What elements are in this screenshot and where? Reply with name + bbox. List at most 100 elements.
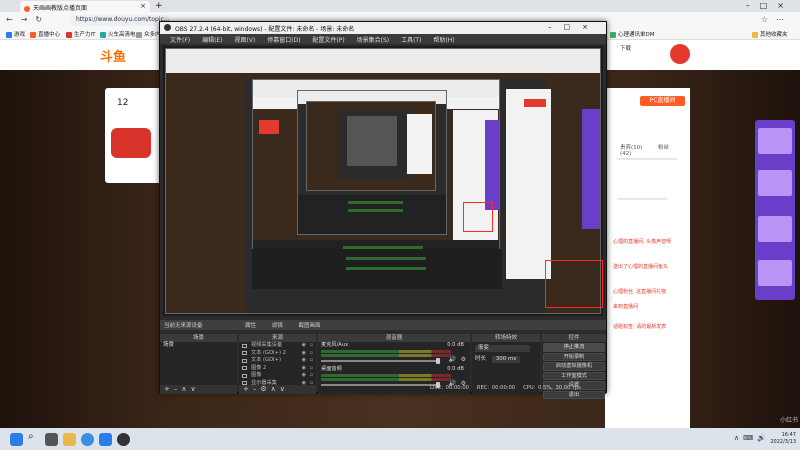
promo-item[interactable] (758, 170, 792, 196)
promo-item[interactable] (758, 260, 792, 286)
obs-statusbar: LIVE: 00:00:00 REC: 00:00:00 CPU: 0.5%, … (430, 385, 581, 391)
obs-menubar: 文件(F) 编辑(E) 视图(V) 停靠窗口(D) 配置文件(P) 场景集合(S… (160, 34, 606, 44)
duration-label: 时长 (475, 356, 487, 362)
transition-select[interactable]: 渐变 (475, 345, 530, 352)
volume-meter (321, 350, 451, 353)
lock-icon[interactable]: ▫ (310, 357, 313, 365)
file-explorer-icon[interactable] (63, 433, 76, 446)
studio-mode-button[interactable]: 工作室模式 (543, 371, 605, 380)
volume-fader[interactable] (321, 384, 439, 386)
search-icon[interactable]: ⌕ (28, 431, 41, 444)
obs-window-controls[interactable]: –□× (548, 23, 600, 31)
source-item[interactable]: 文本 (GDI+) ◉ ▫ (239, 357, 316, 365)
screenshot-button[interactable]: 截图画面 (299, 323, 321, 329)
anchor-avatar[interactable] (111, 128, 151, 158)
exit-button[interactable]: 退出 (543, 390, 605, 399)
promo-item[interactable] (758, 128, 792, 154)
sources-footer[interactable]: +–⚙∧∨ (239, 385, 316, 394)
lock-icon[interactable]: ▫ (310, 342, 313, 350)
selection-box[interactable] (463, 202, 493, 232)
task-view-icon[interactable] (45, 433, 58, 446)
eye-icon[interactable]: ◉ (302, 342, 306, 350)
watermark: 小红书 (779, 417, 798, 424)
obs-window: OBS 27.2.4 (64-bit, windows) - 配置文件: 未命名… (159, 21, 607, 399)
source-item[interactable]: 图像 2 ◉ ▫ (239, 365, 316, 373)
favorite-item[interactable]: 生产力IT (66, 30, 95, 38)
menu-help[interactable]: 帮助(H) (433, 35, 454, 44)
clock-date: 2022/3/13 (770, 439, 796, 445)
taskbar: ⌕ ∧⌨🔊 16:47 2022/3/13 (0, 428, 800, 450)
scenes-footer[interactable]: +–∧∨ (160, 385, 237, 394)
image-icon (242, 373, 247, 378)
menu-scene-collection[interactable]: 场景集合(S) (357, 35, 390, 44)
obs-taskbar-icon[interactable] (117, 433, 130, 446)
text-icon (242, 358, 247, 363)
browser-toolbar-icons[interactable]: ☆⋯ (761, 15, 792, 24)
promo-item[interactable] (758, 216, 792, 242)
selection-box[interactable] (545, 260, 603, 308)
clock[interactable]: 16:47 2022/3/13 (770, 432, 796, 446)
obs-title: OBS 27.2.4 (64-bit, windows) - 配置文件: 未命名… (175, 26, 355, 33)
close-tab-icon[interactable]: × (140, 2, 146, 10)
menu-tools[interactable]: 工具(T) (401, 35, 421, 44)
duration-input[interactable]: 300 ms (491, 356, 521, 363)
url-field[interactable]: https://www.douyu.com/topic... (70, 15, 170, 26)
site-logo[interactable]: 斗鱼 (100, 46, 126, 65)
pc-live-button[interactable]: PC直播间 (640, 96, 685, 106)
source-item[interactable]: 文本 (GDI+) 2 ◉ ▫ (239, 350, 316, 358)
fader-knob[interactable] (436, 358, 440, 364)
volume-fader[interactable] (321, 360, 439, 362)
favorite-item[interactable]: 心理通讯单DM (610, 30, 654, 38)
favorites-other[interactable]: 其他收藏夹 (752, 30, 788, 38)
chat-panel: PC直播间 贵宾(10) 粉丝(42) 心理的直播间, 头像声音呀 送出了心理的… (605, 88, 690, 428)
menu-profile[interactable]: 配置文件(P) (312, 35, 344, 44)
eye-icon[interactable]: ◉ (302, 350, 306, 358)
app-icon[interactable] (99, 433, 112, 446)
divider (617, 198, 667, 200)
browser-window-controls[interactable]: –□× (746, 1, 794, 10)
promo-sidebar (755, 120, 795, 300)
header-link[interactable]: 下载 (620, 44, 631, 52)
eye-icon[interactable]: ◉ (302, 372, 306, 380)
source-item[interactable]: 图像 ◉ ▫ (239, 372, 316, 380)
clock-time: 16:47 (781, 432, 796, 438)
scenes-dock: 场景 场景 +–∧∨ (160, 334, 237, 394)
stop-streaming-button[interactable]: 停止推流 (543, 343, 605, 352)
browser-tab[interactable]: 天画画教版点播页面 × (20, 1, 150, 12)
eye-icon[interactable]: ◉ (302, 365, 306, 373)
source-item[interactable]: 视频采集设备 ◉ ▫ (239, 342, 316, 350)
obs-preview[interactable] (163, 46, 603, 316)
start-recording-button[interactable]: 开始录制 (543, 352, 605, 361)
menu-edit[interactable]: 编辑(E) (202, 35, 222, 44)
header-icons: 下载 (620, 44, 643, 52)
speaker-icon[interactable]: 🔊 (449, 356, 456, 363)
virtual-camera-button[interactable]: 启动虚拟摄像机 (543, 362, 605, 371)
favorite-item[interactable]: 火车高清电 (100, 30, 136, 38)
preview-capture-3 (297, 90, 447, 235)
menu-docks[interactable]: 停靠窗口(D) (267, 35, 300, 44)
douyu-favicon (24, 5, 30, 12)
edge-icon[interactable] (81, 433, 94, 446)
menu-file[interactable]: 文件(F) (170, 35, 190, 44)
lock-icon[interactable]: ▫ (310, 372, 313, 380)
menu-view[interactable]: 视图(V) (234, 35, 255, 44)
system-tray[interactable]: ∧⌨🔊 (734, 434, 770, 442)
source-toolbar-tabs: 属性 滤镜 截图画面 (245, 321, 335, 329)
gear-icon[interactable]: ⚙ (461, 356, 466, 363)
favorite-item[interactable]: 直播中心 (30, 30, 60, 38)
folder-icon (752, 31, 758, 38)
user-avatar[interactable] (670, 44, 690, 64)
volume-meter (321, 374, 451, 377)
lock-icon[interactable]: ▫ (310, 350, 313, 358)
scene-item[interactable]: 场景 (160, 342, 237, 349)
start-icon[interactable] (10, 433, 23, 446)
filters-button[interactable]: 滤镜 (272, 323, 283, 329)
properties-button[interactable]: 属性 (245, 323, 256, 329)
lock-icon[interactable]: ▫ (310, 365, 313, 373)
chat-line: 送出了心理的直播间鱼丸 (613, 264, 669, 270)
eye-icon[interactable]: ◉ (302, 357, 306, 365)
new-tab-icon[interactable]: + (155, 1, 163, 11)
favorite-item[interactable]: 游戏 (6, 30, 25, 38)
room-count: 12 (117, 98, 129, 108)
browser-nav-icons[interactable]: ←→↻ (6, 15, 50, 24)
